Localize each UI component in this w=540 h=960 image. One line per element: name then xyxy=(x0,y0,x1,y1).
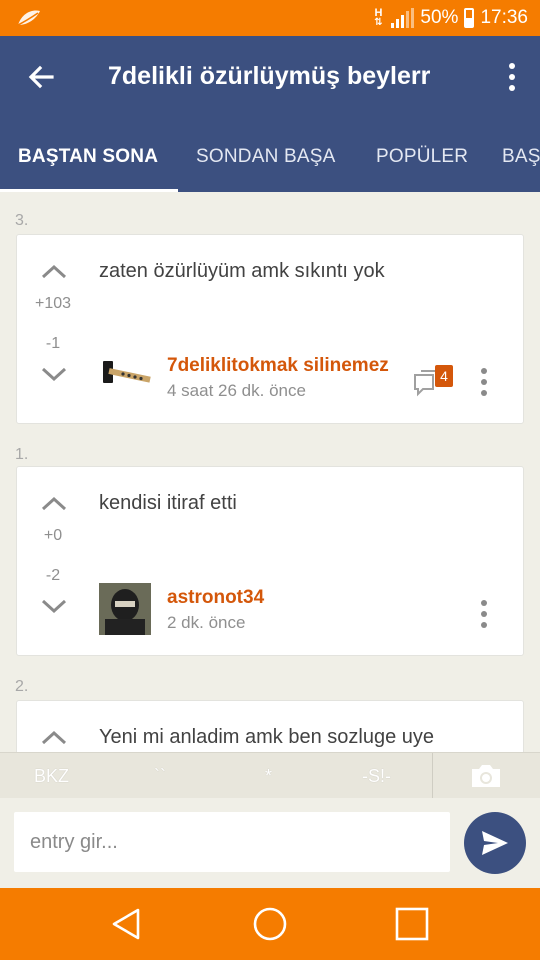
signal-icon xyxy=(391,8,415,28)
entry-card: Yeni mi anladim amk ben sozluge uye xyxy=(16,700,524,752)
comments-button[interactable]: 4 xyxy=(413,365,453,399)
upvote-count: +103 xyxy=(34,295,72,312)
overflow-menu-icon[interactable] xyxy=(508,63,516,91)
backtick-button[interactable]: `` xyxy=(154,766,166,787)
navigation-bar xyxy=(0,888,540,960)
tab-bar: BAŞTAN SONA SONDAN BAŞA POPÜLER BAŞ xyxy=(0,132,540,192)
status-right: H ⇅ 50% 17:36 xyxy=(371,0,528,36)
app-bar: 7delikli özürlüymüş beylerr BAŞTAN SONA … xyxy=(0,36,540,192)
entry-number: 2. xyxy=(15,678,29,695)
entry-list[interactable]: 3. +103 -1 zaten özürlüyüm amk sıkıntı y… xyxy=(0,192,540,752)
leaf-icon xyxy=(17,10,40,26)
upvote-chevron-icon[interactable] xyxy=(39,261,69,281)
page-title: 7delikli özürlüymüş beylerr xyxy=(108,62,431,90)
entry-menu-icon[interactable] xyxy=(481,600,487,628)
battery-percent: 50% xyxy=(420,7,459,28)
entry-text: Yeni mi anladim amk ben sozluge uye xyxy=(99,726,435,748)
entry-card: +103 -1 zaten özürlüyüm amk sıkıntı yok … xyxy=(16,234,524,424)
data-arrows-icon: H ⇅ xyxy=(371,8,385,28)
entry-number: 3. xyxy=(15,212,29,229)
bkz-button[interactable]: BKZ xyxy=(34,766,69,787)
format-toolbar: BKZ `` * -S!- xyxy=(0,752,540,799)
tab-sondan-basa[interactable]: SONDAN BAŞA xyxy=(196,146,335,168)
entry-input[interactable] xyxy=(14,812,450,872)
hammer-avatar[interactable] xyxy=(99,355,151,407)
entry-number: 1. xyxy=(15,446,29,463)
back-triangle-icon[interactable] xyxy=(108,906,144,942)
downvote-count: -2 xyxy=(45,567,61,584)
author-link[interactable]: 7deliklitokmak silinemez xyxy=(167,355,389,377)
author-link[interactable]: astronot34 xyxy=(167,587,264,609)
camera-icon[interactable] xyxy=(470,763,502,789)
tab-bas-partial[interactable]: BAŞ xyxy=(502,146,540,168)
home-circle-icon[interactable] xyxy=(252,906,288,942)
status-bar: H ⇅ 50% 17:36 xyxy=(0,0,540,36)
entry-menu-icon[interactable] xyxy=(481,368,487,396)
tab-populer[interactable]: POPÜLER xyxy=(376,146,468,168)
battery-icon xyxy=(464,8,475,28)
toolbar-divider xyxy=(432,753,433,799)
tab-bastan-sona[interactable]: BAŞTAN SONA xyxy=(18,146,158,168)
send-button[interactable] xyxy=(464,812,526,874)
upvote-chevron-icon[interactable] xyxy=(39,493,69,513)
downvote-chevron-icon[interactable] xyxy=(39,597,69,617)
entry-text: zaten özürlüyüm amk sıkıntı yok xyxy=(99,260,385,282)
send-icon xyxy=(482,831,508,855)
clock: 17:36 xyxy=(480,7,528,28)
back-arrow-icon[interactable] xyxy=(24,60,58,94)
entry-card: +0 -2 kendisi itiraf etti astronot34 2 d… xyxy=(16,466,524,656)
star-button[interactable]: * xyxy=(265,766,272,787)
masked-person-avatar[interactable] xyxy=(99,583,151,635)
recents-square-icon[interactable] xyxy=(394,906,430,942)
entry-time: 2 dk. önce xyxy=(167,613,246,632)
downvote-count: -1 xyxy=(45,335,61,352)
upvote-count: +0 xyxy=(43,527,63,544)
spoiler-button[interactable]: -S!- xyxy=(362,766,391,787)
downvote-chevron-icon[interactable] xyxy=(39,365,69,385)
composer xyxy=(0,798,540,888)
entry-text: kendisi itiraf etti xyxy=(99,492,237,514)
entry-time: 4 saat 26 dk. önce xyxy=(167,381,306,400)
upvote-chevron-icon[interactable] xyxy=(39,727,69,747)
comment-count-badge: 4 xyxy=(435,365,453,387)
